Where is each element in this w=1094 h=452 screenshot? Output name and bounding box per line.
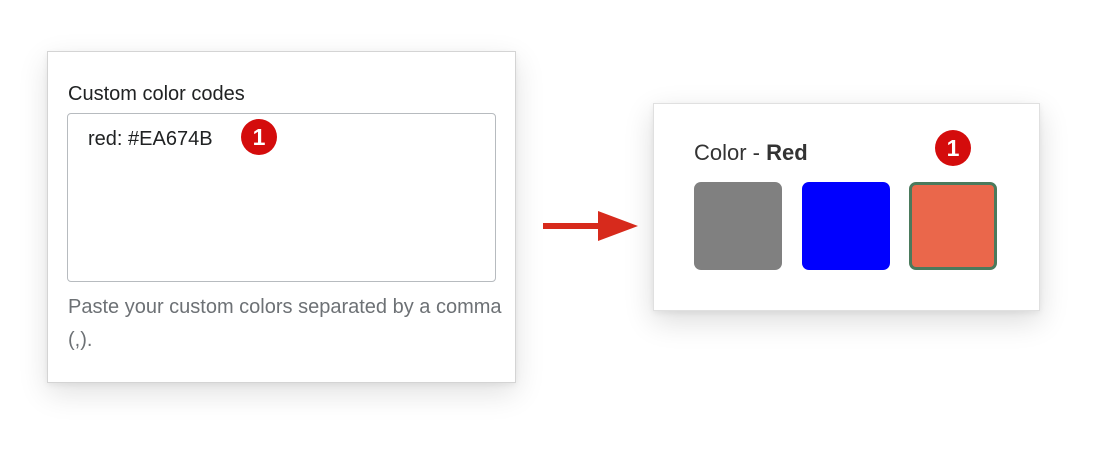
- annotation-badge-1: 1: [241, 119, 277, 155]
- annotation-badge-1: 1: [935, 130, 971, 166]
- stage: Custom color codes red: #EA674B 1 Paste …: [0, 0, 1094, 452]
- color-swatch-blue[interactable]: [802, 182, 890, 270]
- color-swatch-gray[interactable]: [694, 182, 782, 270]
- color-title-prefix: Color -: [694, 140, 767, 165]
- textarea-value: red: #EA674B: [88, 128, 213, 150]
- color-title: Color - Red: [694, 140, 808, 166]
- color-swatch-red[interactable]: [909, 182, 997, 270]
- custom-color-codes-label: Custom color codes: [68, 83, 245, 105]
- custom-color-codes-card: Custom color codes red: #EA674B 1 Paste …: [47, 51, 516, 383]
- color-picker-card: Color - Red 1: [653, 103, 1040, 311]
- selected-color-name: Red: [766, 140, 808, 165]
- help-text: Paste your custom colors separated by a …: [68, 296, 502, 351]
- custom-color-codes-textarea[interactable]: red: #EA674B 1: [67, 113, 496, 282]
- arrow-right-icon: [543, 211, 638, 241]
